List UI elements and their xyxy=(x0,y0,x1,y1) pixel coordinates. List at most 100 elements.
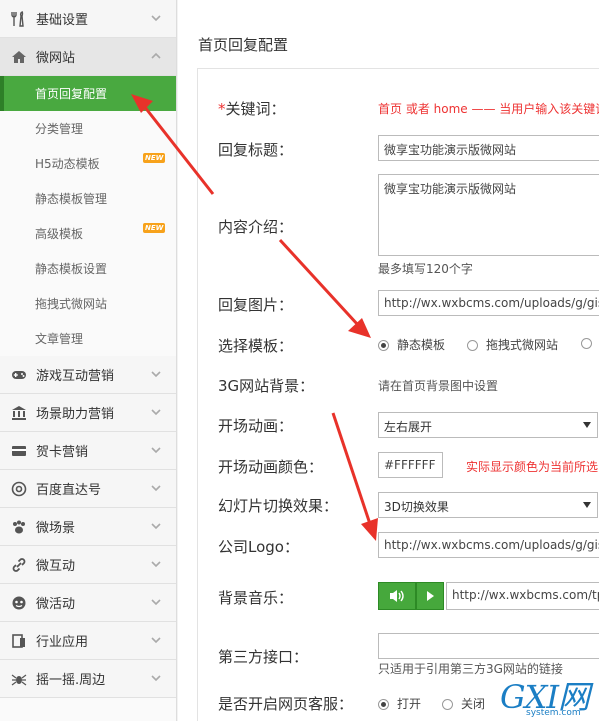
sidebar-section-shake[interactable]: 摇一摇.周边 xyxy=(0,660,176,698)
paw-icon xyxy=(10,518,28,536)
customer-service-off[interactable]: 关闭 xyxy=(442,695,485,712)
play-icon[interactable] xyxy=(416,582,444,610)
sidebar-item-label: 拖拽式微网站 xyxy=(35,297,108,311)
chevron-down-icon xyxy=(151,561,161,568)
gamepad-icon xyxy=(10,366,28,384)
chevron-down-icon xyxy=(151,371,161,378)
template-label: 选择模板： xyxy=(218,337,294,355)
slide-effect-label: 幻灯片切换效果： xyxy=(218,497,339,515)
template-option-static[interactable]: 静态模板 xyxy=(378,336,445,353)
sidebar-item-label: 分类管理 xyxy=(35,122,84,136)
radio-checked-icon[interactable] xyxy=(378,699,389,710)
anim-color-label: 开场动画颜色： xyxy=(218,458,324,476)
sidebar: 基础设置 微网站 首页回复配置 分类管理 H5动态模板 NEW 静态模板管理 高级… xyxy=(0,0,177,721)
reply-title-input[interactable]: 微享宝功能演示版微网站 xyxy=(378,135,599,161)
sidebar-section-label: 摇一摇.周边 xyxy=(36,673,106,688)
intro-hint: 最多填写120个字 xyxy=(378,262,473,276)
sidebar-item-home-reply-config[interactable]: 首页回复配置 xyxy=(0,76,176,111)
slide-effect-select[interactable]: 3D切换效果 xyxy=(378,492,598,518)
sidebar-section-label: 微互动 xyxy=(36,559,76,574)
volume-icon[interactable] xyxy=(378,582,416,610)
clipboard-icon xyxy=(10,632,28,650)
sidebar-section-game-marketing[interactable]: 游戏互动营销 xyxy=(0,356,176,394)
chevron-down-icon xyxy=(151,599,161,606)
sidebar-item-drag-site[interactable]: 拖拽式微网站 xyxy=(0,286,176,321)
page-title: 首页回复配置 xyxy=(198,36,289,54)
bank-icon xyxy=(10,404,28,422)
music-controls xyxy=(378,582,444,610)
chevron-down-icon xyxy=(151,675,161,682)
new-badge: NEW xyxy=(143,223,166,233)
chevron-down-icon xyxy=(151,15,161,22)
dropdown-arrow-icon xyxy=(583,502,591,508)
sidebar-section-micro-activity[interactable]: 微活动 xyxy=(0,584,176,622)
keyword-label-text: 关键词： xyxy=(225,100,286,118)
chevron-down-icon xyxy=(151,485,161,492)
sidebar-item-static-template-settings[interactable]: 静态模板设置 xyxy=(0,251,176,286)
link-icon xyxy=(10,556,28,574)
dropdown-arrow-icon xyxy=(583,422,591,428)
sidebar-section-scene-marketing[interactable]: 场景助力营销 xyxy=(0,394,176,432)
sidebar-item-article-manage[interactable]: 文章管理 xyxy=(0,321,176,356)
intro-label: 内容介绍： xyxy=(218,218,294,236)
radio-icon[interactable] xyxy=(442,699,453,710)
sidebar-item-label: 高级模板 xyxy=(35,227,84,241)
new-badge: NEW xyxy=(143,153,166,163)
logo-input[interactable]: http://wx.wxbcms.com/uploads/g/gisv xyxy=(378,532,599,558)
sidebar-section-label: 游戏互动营销 xyxy=(36,369,115,384)
select-value: 3D切换效果 xyxy=(384,500,449,514)
sidebar-item-advanced-template[interactable]: 高级模板 NEW xyxy=(0,216,176,251)
sidebar-section-micro-scene[interactable]: 微场景 xyxy=(0,508,176,546)
watermark-domain: system.com xyxy=(526,708,581,718)
sidebar-item-label: 静态模板管理 xyxy=(35,192,108,206)
radio-icon[interactable] xyxy=(581,338,592,349)
opening-anim-select[interactable]: 左右展开 xyxy=(378,412,598,438)
reply-image-input[interactable]: http://wx.wxbcms.com/uploads/g/gisv xyxy=(378,290,599,316)
chevron-down-icon xyxy=(151,409,161,416)
anim-color-hint: 实际显示颜色为当前所选 xyxy=(466,460,599,474)
sidebar-section-label: 基础设置 xyxy=(36,13,89,28)
sidebar-section-greeting-card[interactable]: 贺卡营销 xyxy=(0,432,176,470)
sidebar-item-category-manage[interactable]: 分类管理 xyxy=(0,111,176,146)
sidebar-section-baidu[interactable]: 百度直达号 xyxy=(0,470,176,508)
sidebar-section-micro-interact[interactable]: 微互动 xyxy=(0,546,176,584)
anim-color-input[interactable]: #FFFFFF xyxy=(378,452,443,478)
sidebar-item-static-template-manage[interactable]: 静态模板管理 xyxy=(0,181,176,216)
bg3g-label: 3G网站背景： xyxy=(218,377,315,395)
select-value: 左右展开 xyxy=(384,420,433,434)
music-input[interactable]: http://wx.wxbcms.com/tpl xyxy=(446,582,599,610)
spider-icon xyxy=(10,670,28,688)
radio-checked-icon[interactable] xyxy=(378,340,389,351)
reply-title-label: 回复标题： xyxy=(218,141,294,159)
sidebar-item-label: 首页回复配置 xyxy=(35,87,108,101)
sidebar-section-micro-site[interactable]: 微网站 xyxy=(0,38,176,76)
option-label: 拖拽式微网站 xyxy=(486,338,559,352)
template-option-drag[interactable]: 拖拽式微网站 xyxy=(467,336,558,353)
intro-textarea[interactable]: 微享宝功能演示版微网站 xyxy=(378,174,599,256)
sidebar-section-label: 场景助力营销 xyxy=(36,407,115,422)
sidebar-section-label: 微网站 xyxy=(36,51,76,66)
chevron-down-icon xyxy=(151,523,161,530)
sidebar-item-h5-template[interactable]: H5动态模板 NEW xyxy=(0,146,176,181)
sidebar-section-label: 微场景 xyxy=(36,521,76,536)
customer-service-on[interactable]: 打开 xyxy=(378,695,421,712)
at-icon xyxy=(10,480,28,498)
sidebar-item-label: H5动态模板 xyxy=(35,157,100,171)
sidebar-section-industry-apps[interactable]: 行业应用 xyxy=(0,622,176,660)
sidebar-section-basic-settings[interactable]: 基础设置 xyxy=(0,0,176,38)
sidebar-section-label: 行业应用 xyxy=(36,635,89,650)
opening-anim-label: 开场动画： xyxy=(218,417,294,435)
mask-icon xyxy=(10,594,28,612)
sidebar-item-label: 文章管理 xyxy=(35,332,84,346)
template-option-more[interactable] xyxy=(581,336,599,350)
sidebar-item-label: 静态模板设置 xyxy=(35,262,108,276)
tools-icon xyxy=(10,10,28,28)
third-party-label: 第三方接口： xyxy=(218,648,309,666)
sidebar-section-label: 微活动 xyxy=(36,597,76,612)
radio-icon[interactable] xyxy=(467,340,478,351)
keyword-hint: 首页 或者 home —— 当用户输入该关键词 xyxy=(378,102,599,116)
option-label: 静态模板 xyxy=(397,338,446,352)
reply-image-label: 回复图片： xyxy=(218,296,294,314)
third-party-input[interactable] xyxy=(378,633,599,659)
sidebar-section-label: 贺卡营销 xyxy=(36,445,89,460)
